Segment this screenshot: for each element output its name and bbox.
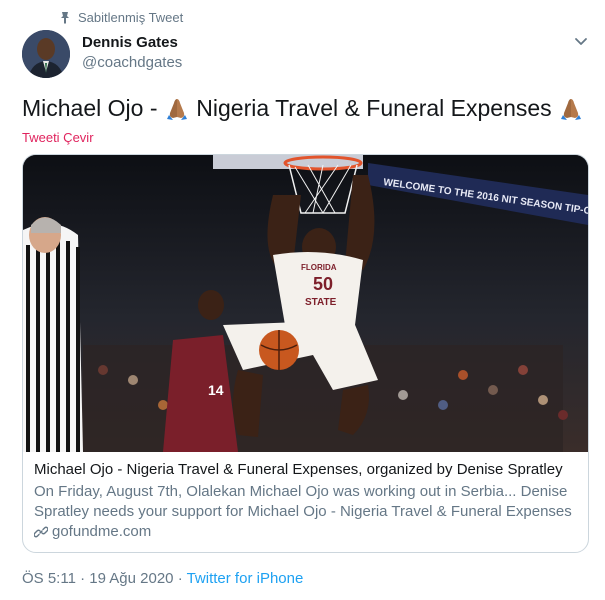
link-icon (34, 526, 48, 537)
author-name[interactable]: Dennis Gates (82, 34, 178, 51)
translate-tweet-link[interactable]: Tweeti Çevir (22, 130, 94, 145)
avatar-image (22, 30, 70, 78)
tweet-text: Michael Ojo - Nigeria Travel & Funeral E… (22, 94, 592, 122)
card-description: On Friday, August 7th, Olalekan Michael … (34, 483, 572, 520)
card-title[interactable]: Michael Ojo - Nigeria Travel & Funeral E… (34, 461, 579, 478)
pin-icon (61, 11, 69, 24)
defender-number: 14 (208, 382, 224, 398)
tweet-text-part-1: Michael Ojo - (22, 95, 164, 121)
tweet-date[interactable]: 19 Ağu 2020 (89, 570, 173, 587)
tweet-source-link[interactable]: Twitter for iPhone (187, 570, 304, 587)
author-handle[interactable]: @coachdgates (82, 54, 182, 71)
link-card[interactable]: WELCOME TO THE 2016 NIT SEASON TIP-OFF 5… (22, 154, 589, 553)
folded-hands-icon (166, 99, 187, 120)
avatar[interactable] (22, 30, 70, 78)
folded-hands-icon (561, 99, 582, 120)
jersey-number: 50 (313, 274, 333, 294)
meta-separator: · (173, 570, 187, 587)
meta-separator: · (75, 570, 90, 587)
pinned-tweet-label: Sabitlenmiş Tweet (58, 10, 183, 25)
tweet-meta: ÖS 5:11 · 19 Ağu 2020 · Twitter for iPho… (22, 570, 303, 587)
tweet-time[interactable]: ÖS 5:11 (22, 570, 76, 587)
card-domain-text: gofundme.com (52, 523, 152, 540)
chevron-down-icon[interactable] (572, 32, 590, 50)
card-image[interactable]: WELCOME TO THE 2016 NIT SEASON TIP-OFF 5… (23, 155, 588, 452)
jersey-top-text: FLORIDA (301, 263, 337, 272)
pinned-label-text: Sabitlenmiş Tweet (78, 10, 184, 25)
card-domain[interactable]: gofundme.com (34, 523, 151, 540)
tweet-text-part-2: Nigeria Travel & Funeral Expenses (189, 95, 559, 121)
jersey-bottom-text: STATE (305, 297, 337, 308)
